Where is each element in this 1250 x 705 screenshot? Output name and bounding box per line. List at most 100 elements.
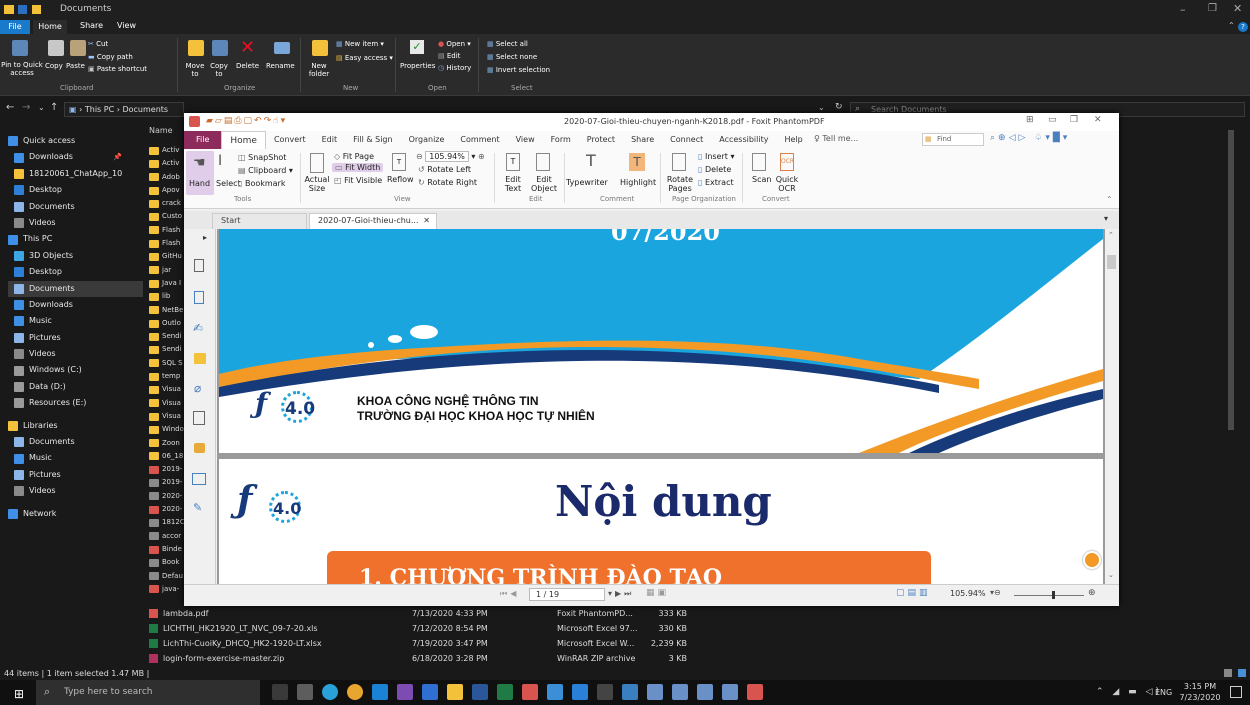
file-list-item[interactable]: Java I xyxy=(149,277,185,290)
restore-icon[interactable]: ❐ xyxy=(1208,3,1217,14)
tabs-dropdown-icon[interactable]: ▾ xyxy=(1104,214,1108,223)
menu-tab-edit[interactable]: Edit xyxy=(314,131,346,149)
menu-tab-view[interactable]: View xyxy=(508,131,543,149)
nav-item[interactable]: Downloads xyxy=(8,297,143,313)
clock-date[interactable]: 7/23/2020 xyxy=(1177,693,1223,702)
file-list-item[interactable]: Adob xyxy=(149,171,185,184)
clipboard-button[interactable]: ▤ Clipboard ▾ xyxy=(238,166,293,175)
file-list-item[interactable]: Custo xyxy=(149,210,185,223)
language-indicator[interactable]: ENG xyxy=(1155,688,1172,697)
nav-item[interactable]: This PC xyxy=(8,231,143,247)
large-icons-view-icon[interactable] xyxy=(1238,669,1246,677)
quick-access-toolbar-icons[interactable]: ▰▱▤⎙▢↶↷☝▾ xyxy=(206,116,287,126)
file-list-item[interactable]: 2019- xyxy=(149,476,185,489)
up-arrow-icon[interactable]: ↑ xyxy=(50,102,58,113)
pages-panel-icon[interactable] xyxy=(194,259,204,272)
breadcrumb[interactable]: ▣ › This PC › Documents xyxy=(64,102,184,117)
excel-icon[interactable] xyxy=(497,684,513,700)
page-number-input[interactable]: 1 / 19 xyxy=(529,588,605,601)
app-icon[interactable] xyxy=(697,684,713,700)
chevron-up-icon[interactable]: ⌃ xyxy=(1228,21,1235,30)
file-list-item[interactable]: Flash xyxy=(149,224,185,237)
close-icon[interactable]: ✕ xyxy=(1233,2,1242,15)
photos-icon[interactable] xyxy=(547,684,563,700)
copy-path-button[interactable]: ▬ Copy path xyxy=(88,53,133,61)
zoom-control[interactable]: ⊖ 105.94% ▾ ⊕ xyxy=(416,151,485,162)
file-list-item[interactable]: accor xyxy=(149,530,185,543)
insert-button[interactable]: ▯ Insert ▾ xyxy=(698,152,734,161)
zoom-in-icon[interactable]: ⊕ xyxy=(1088,588,1096,598)
file-list-item[interactable]: crack xyxy=(149,197,185,210)
new-item-button[interactable]: ▦ New item ▾ xyxy=(336,40,384,48)
comments-panel-icon[interactable] xyxy=(194,353,206,364)
vscode-icon[interactable] xyxy=(372,684,388,700)
file-list-item[interactable]: Book xyxy=(149,556,185,569)
foxit-taskbar-icon[interactable] xyxy=(747,684,763,700)
pdf-viewport[interactable]: 07/2020 ƒ 4.0 KHOA CÔNG NGHỆ THÔNG TIN T… xyxy=(217,229,1105,584)
task-view-icon[interactable] xyxy=(272,684,288,700)
recent-chevron-icon[interactable]: ⌄ xyxy=(38,103,45,112)
lock-icon[interactable] xyxy=(194,443,205,453)
menu-tab-fill-sign[interactable]: Fill & Sign xyxy=(345,131,400,149)
edit-text-button[interactable]: Edit Text xyxy=(500,175,526,193)
history-button[interactable]: ◷ History xyxy=(438,64,471,72)
tab-view[interactable]: View xyxy=(117,21,136,30)
layers-panel-icon[interactable] xyxy=(194,291,204,304)
nav-item[interactable]: 3D Objects xyxy=(8,248,143,264)
sidebar-expand-icon[interactable]: ▸ xyxy=(203,233,207,242)
file-list-item[interactable]: 2019- xyxy=(149,463,185,476)
nav-item[interactable]: Desktop xyxy=(8,264,143,280)
nav-item[interactable]: Desktop xyxy=(8,182,143,198)
hand-tool-button[interactable]: ☚ Hand xyxy=(186,151,214,195)
clock-time[interactable]: 3:15 PM xyxy=(1180,682,1220,691)
menu-tab-file[interactable]: File xyxy=(184,131,222,149)
ribbon-collapse-icon[interactable]: ⌃ xyxy=(1106,195,1113,204)
new-folder-button[interactable]: New folder xyxy=(306,62,332,78)
terminal-icon[interactable] xyxy=(297,684,313,700)
zoom-slider-thumb[interactable] xyxy=(1052,591,1055,599)
list-scrollbar[interactable] xyxy=(1228,130,1234,430)
menu-tab-help[interactable]: Help xyxy=(776,131,810,149)
file-list-item[interactable]: NetBe xyxy=(149,304,185,317)
breadcrumb-documents[interactable]: Documents xyxy=(122,105,168,114)
menu-tab-home[interactable]: Home xyxy=(221,131,266,149)
notifications-icon[interactable] xyxy=(1230,686,1242,698)
nav-item[interactable]: Documents xyxy=(8,280,143,297)
app-icon[interactable] xyxy=(672,684,688,700)
file-list-item[interactable]: Zoon xyxy=(149,437,185,450)
rotate-left-button[interactable]: ↺ Rotate Left xyxy=(418,165,471,174)
edge-icon[interactable] xyxy=(322,684,338,700)
file-list-item[interactable]: Apov xyxy=(149,184,185,197)
nav-item[interactable]: Quick access xyxy=(8,133,143,149)
file-list-item[interactable]: Activ xyxy=(149,157,185,170)
scroll-down-icon[interactable]: ⌄ xyxy=(1108,571,1114,579)
menu-tab-accessibility[interactable]: Accessibility xyxy=(711,131,776,149)
tab-file[interactable]: File xyxy=(0,20,30,34)
copy-button[interactable]: Copy xyxy=(45,62,63,70)
tab-home[interactable]: Home xyxy=(33,20,67,34)
snapshot-button[interactable]: ◫ SnapShot xyxy=(238,153,286,162)
nav-item[interactable]: Downloads 📌 xyxy=(8,149,143,165)
zoom-slider[interactable] xyxy=(1014,595,1084,596)
nav-item[interactable]: Data (D:) xyxy=(8,379,143,395)
bookmark-button[interactable]: ▯ Bookmark xyxy=(238,179,285,188)
file-list-item[interactable]: Activ xyxy=(149,144,185,157)
forward-arrow-icon[interactable]: → xyxy=(22,102,30,113)
foxit-restore-icon[interactable]: ❐ xyxy=(1070,115,1078,125)
paste-shortcut-button[interactable]: ▣ Paste shortcut xyxy=(88,65,147,73)
file-list-item[interactable]: Binde xyxy=(149,543,185,556)
file-list-item[interactable]: java- xyxy=(149,583,185,596)
chrome-icon[interactable] xyxy=(347,684,363,700)
tell-me-box[interactable]: ♀ Tell me... xyxy=(814,134,858,143)
first-prev-page-icons[interactable]: ⏮◀ xyxy=(500,589,519,599)
file-list-item[interactable]: temp xyxy=(149,370,185,383)
view-mode-icons[interactable]: ▦▣ xyxy=(646,588,669,598)
menu-tab-convert[interactable]: Convert xyxy=(266,131,314,149)
select-all-button[interactable]: ▦ Select all xyxy=(487,40,528,48)
fit-visible-button[interactable]: ◰ Fit Visible xyxy=(334,176,382,185)
scan-button[interactable]: Scan xyxy=(752,175,771,184)
app-icon[interactable] xyxy=(597,684,613,700)
back-arrow-icon[interactable]: ← xyxy=(6,102,14,113)
edit-button[interactable]: ▤ Edit xyxy=(438,52,460,60)
file-list-item[interactable]: SQL S xyxy=(149,357,185,370)
